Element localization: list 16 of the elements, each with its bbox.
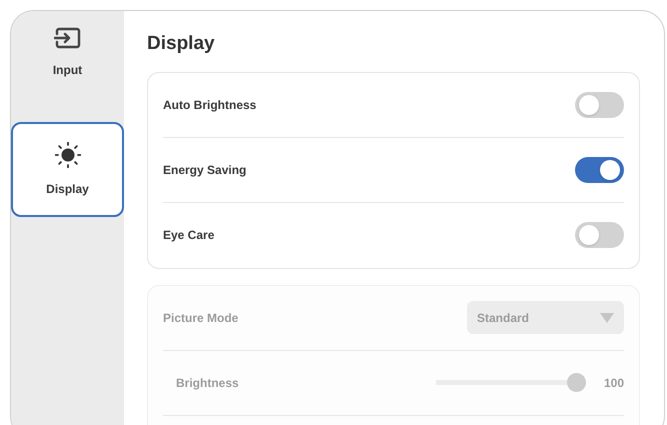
setting-label: Energy Saving	[163, 162, 246, 178]
sidebar-tab[interactable]: Input	[11, 27, 124, 122]
dropdown-value: Standard	[477, 310, 530, 326]
setting-label: Brightness	[175, 374, 239, 392]
setting-label: Auto Brightness	[163, 96, 256, 114]
page-title: Display	[147, 32, 216, 56]
toggle-switch[interactable]	[575, 92, 624, 118]
sun-icon	[54, 142, 80, 168]
toggle-switch[interactable]	[575, 222, 624, 248]
setting-label: Eye Care	[163, 227, 214, 244]
caret-icon	[600, 312, 614, 322]
toggle-switch[interactable]	[575, 156, 624, 182]
setting-label: Picture Mode	[163, 310, 238, 326]
input-icon	[54, 27, 82, 49]
sidebar-tab[interactable]: Display	[11, 122, 124, 217]
slider-value: 100	[604, 374, 624, 392]
